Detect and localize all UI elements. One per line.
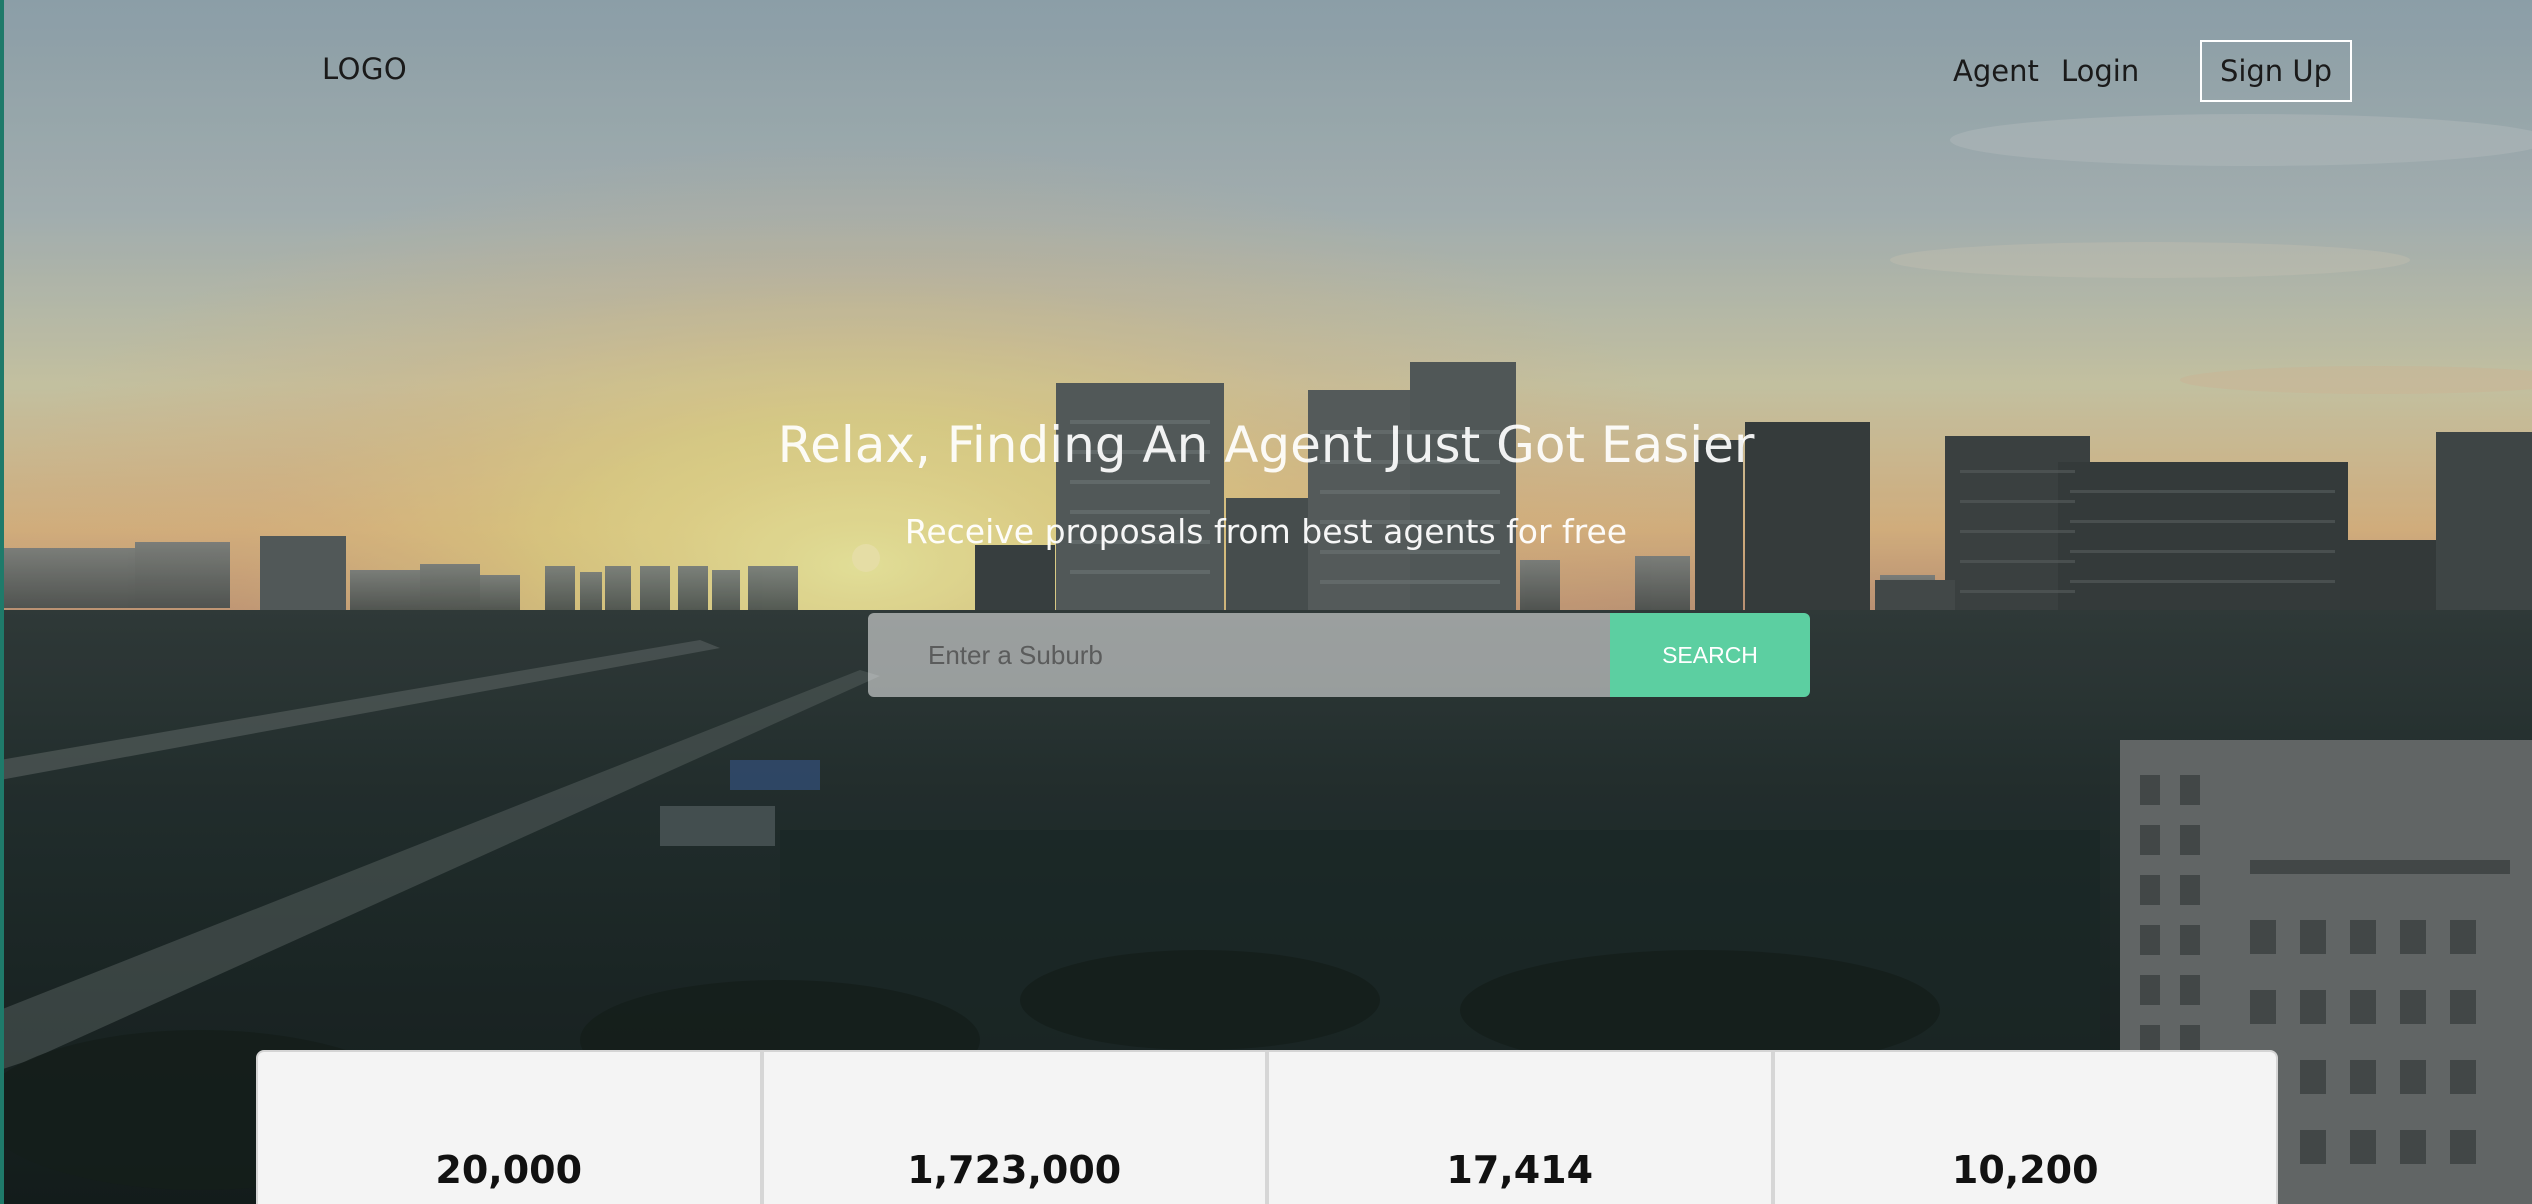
site-logo[interactable]: LOGO	[322, 52, 407, 86]
stat-value: 1,723,000	[907, 1148, 1122, 1192]
stat-card: 10,200	[1775, 1052, 2277, 1204]
search-button[interactable]: SEARCH	[1610, 613, 1810, 697]
stats-panel: 20,000 1,723,000 17,414 10,200	[258, 1052, 2276, 1204]
stat-value: 17,414	[1446, 1148, 1594, 1192]
stat-value: 10,200	[1951, 1148, 2099, 1192]
stat-value: 20,000	[435, 1148, 583, 1192]
stat-card: 17,414	[1269, 1052, 1775, 1204]
stat-card: 1,723,000	[764, 1052, 1269, 1204]
left-edge-accent	[0, 0, 4, 1204]
suburb-search-input[interactable]	[868, 613, 1610, 697]
landing-page: LOGO Agent Login Sign Up Relax, Finding …	[0, 0, 2532, 1204]
nav-link-agent[interactable]: Agent	[1953, 54, 2039, 88]
hero-subtitle: Receive proposals from best agents for f…	[904, 512, 1628, 551]
suburb-search-form: SEARCH	[868, 613, 1810, 697]
hero-title: Relax, Finding An Agent Just Got Easier	[777, 416, 1755, 474]
stat-card: 20,000	[258, 1052, 764, 1204]
signup-button[interactable]: Sign Up	[2200, 40, 2352, 102]
nav-link-login[interactable]: Login	[2061, 54, 2139, 88]
hero-background-image	[0, 0, 2532, 1204]
signup-button-label: Sign Up	[2219, 54, 2333, 88]
